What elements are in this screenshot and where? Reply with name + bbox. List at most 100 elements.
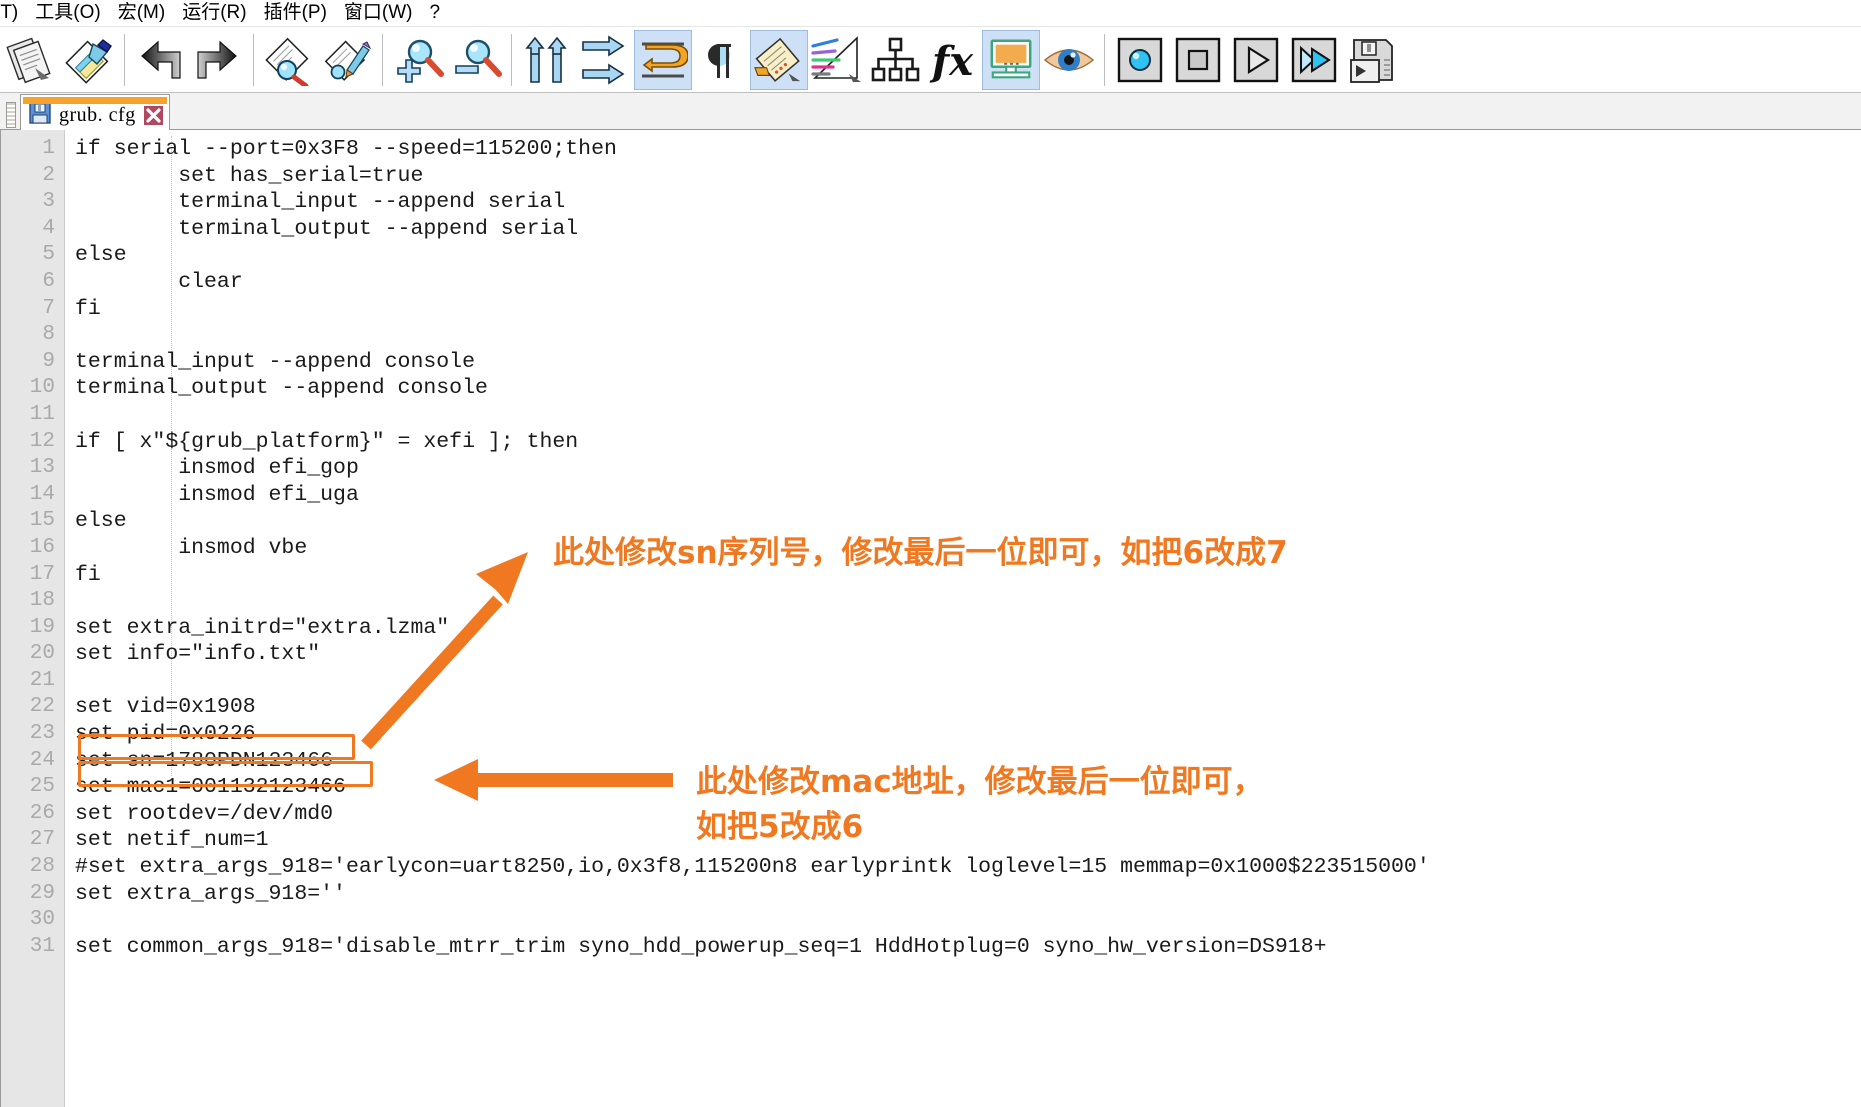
tab-grub-cfg[interactable]: grub. cfg <box>20 94 170 130</box>
play-all-macro-icon-button[interactable] <box>1285 30 1343 90</box>
line-number: 13 <box>29 456 55 480</box>
function-fx-icon-button[interactable]: fx <box>924 30 982 90</box>
monitor-preview-icon <box>987 36 1035 84</box>
redo-arrow-icon-button[interactable] <box>189 30 247 90</box>
toolbar-separator <box>1104 33 1105 86</box>
redo-arrow-icon <box>192 34 244 86</box>
code-line[interactable]: set extra_args_918='' <box>75 881 1861 908</box>
code-line[interactable]: set info="info.txt" <box>75 641 1861 668</box>
line-number: 28 <box>29 855 55 879</box>
code-line[interactable]: if serial --port=0x3F8 --speed=115200;th… <box>75 136 1861 163</box>
code-line[interactable]: terminal_input --append serial <box>75 189 1861 216</box>
paste-brush-icon-button[interactable] <box>60 30 118 90</box>
undo-arrow-icon-button[interactable] <box>131 30 189 90</box>
code-line[interactable] <box>75 668 1861 695</box>
code-line[interactable]: set common_args_918='disable_mtrr_trim s… <box>75 934 1861 961</box>
code-text-area[interactable]: if serial --port=0x3F8 --speed=115200;th… <box>65 130 1861 1107</box>
code-line[interactable] <box>75 907 1861 934</box>
documents-stack-icon-button[interactable] <box>2 30 60 90</box>
toolbar: fx <box>0 26 1861 92</box>
code-line[interactable]: else <box>75 508 1861 535</box>
code-line[interactable]: if [ x"${grub_platform}" = xefi ]; then <box>75 429 1861 456</box>
word-wrap-icon-button[interactable] <box>634 29 692 90</box>
close-red-x-icon[interactable] <box>143 105 163 125</box>
notes-pad-icon-button[interactable] <box>750 29 808 90</box>
zoom-out-icon <box>450 34 502 86</box>
menu-item-0[interactable]: (T) <box>0 0 27 26</box>
pilcrow-icon-button[interactable] <box>692 30 750 90</box>
code-line[interactable]: terminal_input --append console <box>75 349 1861 376</box>
line-number-gutter: 1 2 3 4 5 6 7 8 9 10 11 12 13 14 15 16 17 18 19 20 21 22 23 24 2… <box>1 130 65 1107</box>
menu-item-help[interactable]: ? <box>430 0 450 26</box>
play-macro-icon-button[interactable] <box>1227 30 1285 90</box>
code-line[interactable] <box>75 322 1861 349</box>
eye-preview-icon <box>1043 34 1095 86</box>
code-line[interactable]: clear <box>75 269 1861 296</box>
monitor-preview-icon-button[interactable] <box>982 29 1040 90</box>
code-line[interactable]: insmod vbe <box>75 535 1861 562</box>
code-line[interactable]: set mac1=001132123466 <box>75 774 1861 801</box>
line-number: 17 <box>29 562 55 586</box>
menu-item-macro[interactable]: 宏(M) <box>118 0 174 26</box>
code-line[interactable]: set sn=1780PDN123466 <box>75 748 1861 775</box>
toolbar-separator <box>382 33 383 86</box>
code-line[interactable]: set pid=0x0226 <box>75 721 1861 748</box>
find-document-icon-button[interactable] <box>260 30 318 90</box>
paste-brush-icon <box>63 34 115 86</box>
line-number: 20 <box>29 642 55 666</box>
record-macro-icon <box>1116 36 1164 84</box>
code-line[interactable]: insmod efi_uga <box>75 482 1861 509</box>
code-line[interactable]: set vid=0x1908 <box>75 694 1861 721</box>
code-line[interactable]: set has_serial=true <box>75 163 1861 190</box>
record-macro-icon-button[interactable] <box>1111 30 1169 90</box>
code-line[interactable]: set netif_num=1 <box>75 827 1861 854</box>
code-line[interactable]: insmod efi_gop <box>75 455 1861 482</box>
save-macro-icon <box>1346 34 1398 86</box>
line-number: 2 <box>42 163 55 187</box>
code-line[interactable]: #set extra_args_918='earlycon=uart8250,i… <box>75 854 1861 881</box>
line-number: 7 <box>42 296 55 320</box>
notes-pad-icon <box>754 35 804 85</box>
menu-item-run[interactable]: 运行(R) <box>182 0 255 26</box>
code-line[interactable] <box>75 588 1861 615</box>
code-line[interactable] <box>75 402 1861 429</box>
line-number: 21 <box>29 668 55 692</box>
line-number: 25 <box>29 775 55 799</box>
code-editor[interactable]: 1 2 3 4 5 6 7 8 9 10 11 12 13 14 15 16 17 18 19 20 21 22 23 24 2… <box>0 130 1861 1107</box>
zoom-in-icon-button[interactable] <box>389 30 447 90</box>
line-number: 5 <box>42 243 55 267</box>
hierarchy-icon-button[interactable] <box>866 30 924 90</box>
menu-item-plugins[interactable]: 插件(P) <box>264 0 336 26</box>
find-document-icon <box>263 34 315 86</box>
zoom-out-icon-button[interactable] <box>447 30 505 90</box>
stop-macro-icon-button[interactable] <box>1169 30 1227 90</box>
color-lines-icon-button[interactable] <box>808 30 866 90</box>
code-line[interactable]: terminal_output --append console <box>75 375 1861 402</box>
code-line[interactable]: terminal_output --append serial <box>75 216 1861 243</box>
code-line[interactable]: set rootdev=/dev/md0 <box>75 801 1861 828</box>
undo-arrow-icon <box>134 34 186 86</box>
line-number: 26 <box>29 801 55 825</box>
code-line[interactable]: fi <box>75 296 1861 323</box>
tab-strip-grip[interactable] <box>6 102 16 128</box>
code-line[interactable]: set extra_initrd="extra.lzma" <box>75 615 1861 642</box>
line-number: 18 <box>29 589 55 613</box>
replace-document-icon <box>321 34 373 86</box>
menu-item-tools[interactable]: 工具(O) <box>35 0 109 26</box>
sync-right-arrows-icon-button[interactable] <box>576 30 634 90</box>
save-macro-icon-button[interactable] <box>1343 30 1401 90</box>
tab-strip: grub. cfg <box>0 92 1861 130</box>
replace-document-icon-button[interactable] <box>318 30 376 90</box>
eye-preview-icon-button[interactable] <box>1040 30 1098 90</box>
code-line[interactable]: fi <box>75 562 1861 589</box>
toolbar-separator <box>253 33 254 86</box>
tab-active-indicator <box>23 97 167 104</box>
code-line[interactable]: else <box>75 242 1861 269</box>
sync-right-arrows-icon <box>579 34 631 86</box>
line-number: 12 <box>29 429 55 453</box>
line-number: 14 <box>29 482 55 506</box>
compare-up-arrows-icon-button[interactable] <box>518 30 576 90</box>
menu-item-window[interactable]: 窗口(W) <box>344 0 422 26</box>
menu-bar: (T) 工具(O) 宏(M) 运行(R) 插件(P) 窗口(W) ? <box>0 0 1861 26</box>
line-number: 3 <box>42 190 55 214</box>
